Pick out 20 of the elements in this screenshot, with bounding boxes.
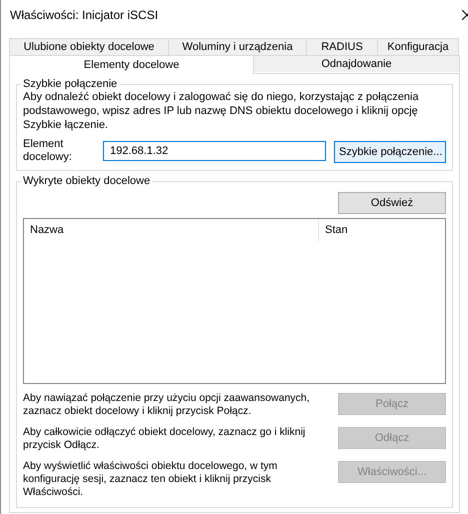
column-header[interactable]: Nazwa bbox=[24, 219, 319, 241]
tab[interactable]: Woluminy i urządzenia bbox=[168, 38, 307, 55]
tab[interactable]: Ulubione obiekty docelowe bbox=[9, 38, 169, 55]
tab[interactable]: RADIUS bbox=[306, 38, 378, 55]
tab[interactable]: Konfiguracja bbox=[377, 38, 459, 55]
instruction-text: Aby nawiązać połączenie przy użyciu opcji zaawansowanych, zaznacz obiekt docelowy i kliknij przycisk Połącz. bbox=[23, 392, 311, 418]
targets-list[interactable]: Nazwa Stan bbox=[23, 218, 446, 384]
tab[interactable]: Elementy docelowe bbox=[9, 55, 254, 74]
field-label: Element docelowy: bbox=[23, 138, 73, 164]
target-input[interactable]: 192.68.1.32 bbox=[103, 141, 326, 161]
refresh-button[interactable]: Odśwież bbox=[338, 192, 446, 214]
instruction-text: Aby całkowicie odłączyć obiekt docelowy, zaznacz go i kliknij przycisk Odłącz. bbox=[23, 426, 306, 452]
column-header[interactable]: Stan bbox=[319, 224, 348, 236]
tab[interactable]: Odnajdowanie bbox=[253, 55, 460, 72]
description-text: Aby odnaleźć obiekt docelowy i zalogować się do niego, korzystając z połączenia podstawowego, wpisz adres IP lub nazwę DNS obiektu docelowego i kliknij opcję Szybkie łączenie. bbox=[23, 90, 420, 132]
group-title: Wykryte obiekty docelowe bbox=[22, 175, 152, 187]
group-title: Szybkie połączenie bbox=[22, 78, 118, 90]
instruction-text: Aby wyświetlić właściwości obiektu docelowego, w tym konfigurację sesji, zaznacz ten obiekt i kliknij przycisk Właściwości. bbox=[23, 460, 278, 499]
window-title: Właściwości: Inicjator iSCSI bbox=[10, 8, 158, 22]
quick-connect-button[interactable]: Szybkie połączenie... bbox=[334, 140, 446, 162]
